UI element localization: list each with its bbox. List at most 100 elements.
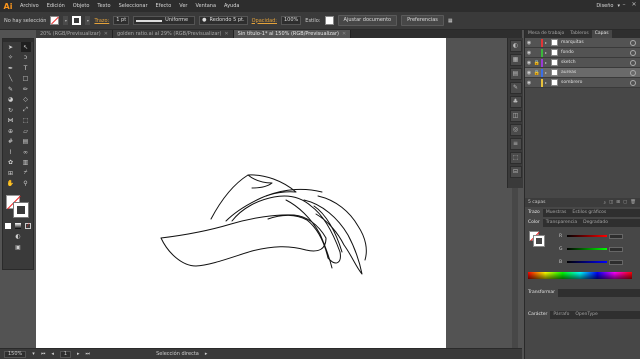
arrange-icon[interactable]: ▦ [448,18,453,24]
color-panel-icon[interactable]: ◐ [509,40,522,52]
color-stroke-swatch[interactable] [533,235,545,247]
appearance-icon[interactable]: ◎ [509,124,522,136]
hand-tool-icon[interactable]: ✋ [6,179,16,189]
blob-brush-tool-icon[interactable]: ◕ [6,95,16,105]
eye-icon[interactable]: ◉ [525,80,533,86]
rectangle-tool-icon[interactable]: □ [21,74,31,84]
color-guide-icon[interactable]: ▦ [509,54,522,66]
slider-b[interactable]: B [559,259,623,265]
next-page-icon[interactable]: ▸ [77,351,80,357]
layer-row[interactable]: ◉ ▸ marquitas [525,38,640,48]
close-icon[interactable]: ✕ [630,1,638,9]
opacity-link[interactable]: Opacidad: [252,18,277,24]
pencil-tool-icon[interactable]: ✏ [21,84,31,94]
paintbrush-tool-icon[interactable]: ✎ [6,84,16,94]
tab-swatches[interactable]: Muestras [543,209,570,217]
stroke-swatch[interactable] [13,202,29,218]
target-icon[interactable] [630,49,636,56]
transform-panel-icon[interactable]: ⬚ [509,152,522,164]
layer-name[interactable]: aureas [561,70,630,75]
layer-row[interactable]: ◉ 🔒 ▸ sketch [525,58,640,68]
zoom-tool-icon[interactable]: ⚲ [21,179,31,189]
zoom-field[interactable]: 150% [4,350,27,358]
layer-name[interactable]: fondo [561,50,630,55]
eye-icon[interactable]: ◉ [525,60,533,66]
color-spectrum[interactable] [528,272,632,279]
stroke-panel-icon[interactable]: ≡ [509,138,522,150]
tab-graphic-styles[interactable]: Estilos gráficos [569,209,609,217]
layer-name[interactable]: sketch [561,60,630,65]
swatches-icon[interactable]: ▤ [509,68,522,80]
none-mode-icon[interactable]: ⁄ [25,223,31,230]
artwork[interactable] [36,38,446,348]
menu-texto[interactable]: Texto [93,0,114,12]
rotate-tool-icon[interactable]: ↻ [6,105,16,115]
locate-icon[interactable]: ⌕ [603,200,606,206]
type-tool-icon[interactable]: T [21,63,31,73]
brush-select[interactable]: ● Redondo 5 pt. [199,16,248,25]
color-mode-icon[interactable] [5,223,11,230]
menu-archivo[interactable]: Archivo [16,0,43,12]
width-tool-icon[interactable]: ⋈ [6,116,16,126]
mesh-tool-icon[interactable]: # [6,137,16,147]
doc-tab-1[interactable]: 20% (RGB/Previsualizar) ✕ [36,30,113,38]
layer-row[interactable]: ◉ ▸ fondo [525,48,640,58]
shape-builder-tool-icon[interactable]: ⊕ [6,126,16,136]
layer-row[interactable]: ◉ 🔒 ▸ aureas [525,68,640,78]
tab-layers[interactable]: Capas [591,30,612,38]
tab-paragraph[interactable]: Párrafo [550,311,572,319]
symbols-icon[interactable]: ♣ [509,96,522,108]
scale-tool-icon[interactable]: ⤢ [21,105,31,115]
free-transform-tool-icon[interactable]: ⬚ [21,116,31,126]
menu-ver[interactable]: Ver [175,0,191,12]
gradient-tool-icon[interactable]: ▤ [21,137,31,147]
fill-stroke-widget[interactable] [3,193,33,219]
target-icon[interactable] [630,39,636,46]
target-icon[interactable] [630,79,636,86]
tab-stroke[interactable]: Trazo [525,209,543,217]
slider-track[interactable] [567,235,607,237]
draw-mode-icon[interactable]: ◐ [13,232,23,242]
gradient-mode-icon[interactable] [15,223,21,230]
column-graph-tool-icon[interactable]: ▥ [21,158,31,168]
tab-color[interactable]: Color [525,219,543,227]
tab-gradient[interactable]: Degradado [580,219,611,227]
menu-efecto[interactable]: Efecto [152,0,176,12]
selection-tool-icon[interactable]: ➤ [6,42,16,52]
style-swatch[interactable] [324,16,334,25]
line-tool-icon[interactable]: ╲ [6,74,16,84]
lock-icon[interactable]: 🔒 [533,70,541,76]
stroke-weight-field[interactable]: 1 pt [113,16,130,25]
last-page-icon[interactable]: ⏭ [86,351,91,357]
graphic-styles-icon[interactable]: ◫ [509,110,522,122]
layer-row[interactable]: ◉ ▸ sombrero [525,78,640,88]
tab-boards[interactable]: Tableros [567,30,592,38]
clip-mask-icon[interactable]: ◫ [609,200,613,206]
slider-value-field[interactable] [609,246,623,252]
new-layer-icon[interactable]: ▢ [623,200,627,206]
eraser-tool-icon[interactable]: ◇ [21,95,31,105]
page-field[interactable]: 1 [59,350,72,358]
eye-icon[interactable]: ◉ [525,70,533,76]
stroke-link[interactable]: Trazo: [94,18,109,24]
menu-edicion[interactable]: Edición [43,0,69,12]
close-icon[interactable]: ✕ [342,30,346,38]
magic-wand-tool-icon[interactable]: ✧ [6,53,16,63]
workspace-switcher[interactable]: Diseño ▾ [596,0,620,12]
eye-icon[interactable]: ◉ [525,50,533,56]
menu-seleccionar[interactable]: Seleccionar [115,0,152,12]
play-icon[interactable]: ▸ [205,351,208,357]
target-icon[interactable] [630,69,636,76]
slider-track[interactable] [567,248,607,250]
lock-icon[interactable]: 🔒 [533,60,541,66]
fill-swatch[interactable] [50,16,60,25]
slice-tool-icon[interactable]: ⌿ [21,168,31,178]
menu-ayuda[interactable]: Ayuda [220,0,243,12]
slider-track[interactable] [567,261,607,263]
profile-select[interactable]: Uniforme [133,16,196,25]
menu-ventana[interactable]: Ventana [191,0,220,12]
chevron-down-icon[interactable]: ▾ [85,16,91,25]
close-icon[interactable]: ✕ [224,30,228,38]
perspective-tool-icon[interactable]: ▱ [21,126,31,136]
eye-icon[interactable]: ◉ [525,40,533,46]
